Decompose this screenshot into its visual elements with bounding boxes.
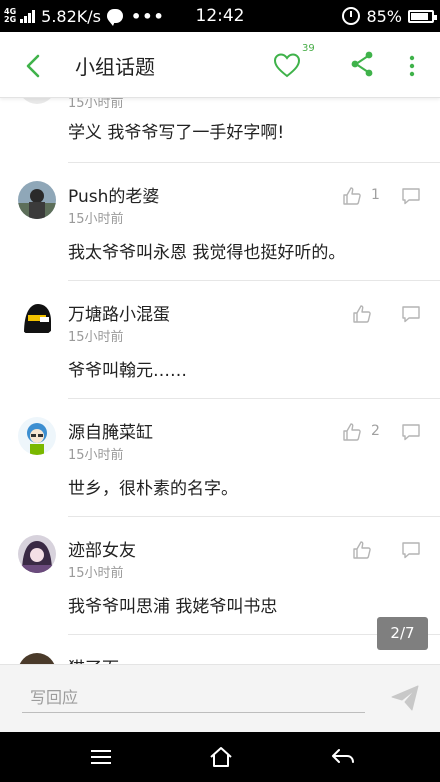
comment-author[interactable]: 迹部女友 <box>68 536 136 561</box>
comment-item: Push的老婆 15小时前 我太爷爷叫永恩 我觉得也挺好听的。 1 <box>0 162 440 280</box>
chevron-left-icon <box>26 54 40 78</box>
like-count: 2 <box>371 423 380 439</box>
reply-icon[interactable] <box>401 541 421 559</box>
comment-author[interactable]: 万塘路小混蛋 <box>68 300 170 325</box>
thumbs-up-icon[interactable] <box>352 540 372 560</box>
share-icon <box>351 51 373 77</box>
share-button[interactable] <box>348 50 376 78</box>
comment-author[interactable]: 源自腌菜缸 <box>68 418 153 443</box>
more-vertical-icon <box>409 55 415 77</box>
reply-bar <box>0 664 440 732</box>
reply-input[interactable] <box>22 683 365 713</box>
more-options-button[interactable] <box>404 52 420 80</box>
comment-item-partial: 猫了面 <box>0 634 440 664</box>
comment-time: 15小时前 <box>68 98 124 111</box>
page-indicator[interactable]: 2/7 <box>377 617 428 650</box>
like-count-badge: 39 <box>302 43 315 54</box>
like-count: 1 <box>371 187 380 203</box>
comment-item: 源自腌菜缸 15小时前 世乡，很朴素的名字。 2 <box>0 398 440 516</box>
app-header: 小组话题 39 <box>0 32 440 98</box>
comment-time: 15小时前 <box>68 566 124 581</box>
app-screen: 4G 2G 5.82K/s ••• 12:42 85% 小组话题 39 15小时… <box>0 0 440 782</box>
battery-icon <box>408 9 437 23</box>
comment-text: 爷爷叫翰元…… <box>68 361 187 381</box>
avatar[interactable] <box>18 535 56 573</box>
reply-icon[interactable] <box>401 305 421 323</box>
heart-outline-icon <box>273 53 301 78</box>
comment-time: 15小时前 <box>68 212 124 227</box>
back-button[interactable] <box>20 52 48 80</box>
status-bar: 4G 2G 5.82K/s ••• 12:42 85% <box>0 0 440 32</box>
page-title: 小组话题 <box>75 55 155 79</box>
reply-icon[interactable] <box>401 187 421 205</box>
avatar[interactable] <box>18 181 56 219</box>
thumbs-up-icon[interactable] <box>342 186 362 206</box>
system-nav-bar <box>0 732 440 782</box>
comment-text: 世乡，很朴素的名字。 <box>68 479 238 499</box>
menu-icon[interactable] <box>88 746 114 768</box>
home-icon[interactable] <box>208 746 234 768</box>
back-arrow-icon[interactable] <box>330 746 356 768</box>
comment-time: 15小时前 <box>68 330 124 345</box>
comment-text: 我爷爷叫思浦 我姥爷叫书忠 <box>68 597 278 617</box>
reply-icon[interactable] <box>401 423 421 441</box>
thumbs-up-icon[interactable] <box>352 304 372 324</box>
avatar[interactable] <box>18 299 56 337</box>
comment-time: 15小时前 <box>68 448 124 463</box>
comment-author[interactable]: Push的老婆 <box>68 182 159 207</box>
send-icon <box>391 685 419 711</box>
avatar[interactable] <box>18 653 56 664</box>
comment-item: 万塘路小混蛋 15小时前 爷爷叫翰元…… <box>0 280 440 398</box>
avatar <box>18 98 56 104</box>
thumbs-up-icon[interactable] <box>342 422 362 442</box>
comment-list[interactable]: 15小时前 学义 我爷爷写了一手好字啊! Push的老婆 15小时前 我太爷爷叫… <box>0 98 440 664</box>
comment-item: 迹部女友 15小时前 我爷爷叫思浦 我姥爷叫书忠 <box>0 516 440 634</box>
comment-text: 学义 我爷爷写了一手好字啊! <box>68 123 285 143</box>
avatar[interactable] <box>18 417 56 455</box>
comment-author[interactable]: 猫了面 <box>68 654 119 664</box>
alarm-icon <box>342 7 361 25</box>
comment-text: 我太爷爷叫永恩 我觉得也挺好听的。 <box>68 243 346 263</box>
status-right: 85% <box>342 0 437 32</box>
send-button[interactable] <box>390 684 420 712</box>
like-topic-button[interactable] <box>273 52 301 78</box>
comment-partial-top: 15小时前 学义 我爷爷写了一手好字啊! <box>0 98 440 162</box>
battery-percent: 85% <box>366 6 402 26</box>
